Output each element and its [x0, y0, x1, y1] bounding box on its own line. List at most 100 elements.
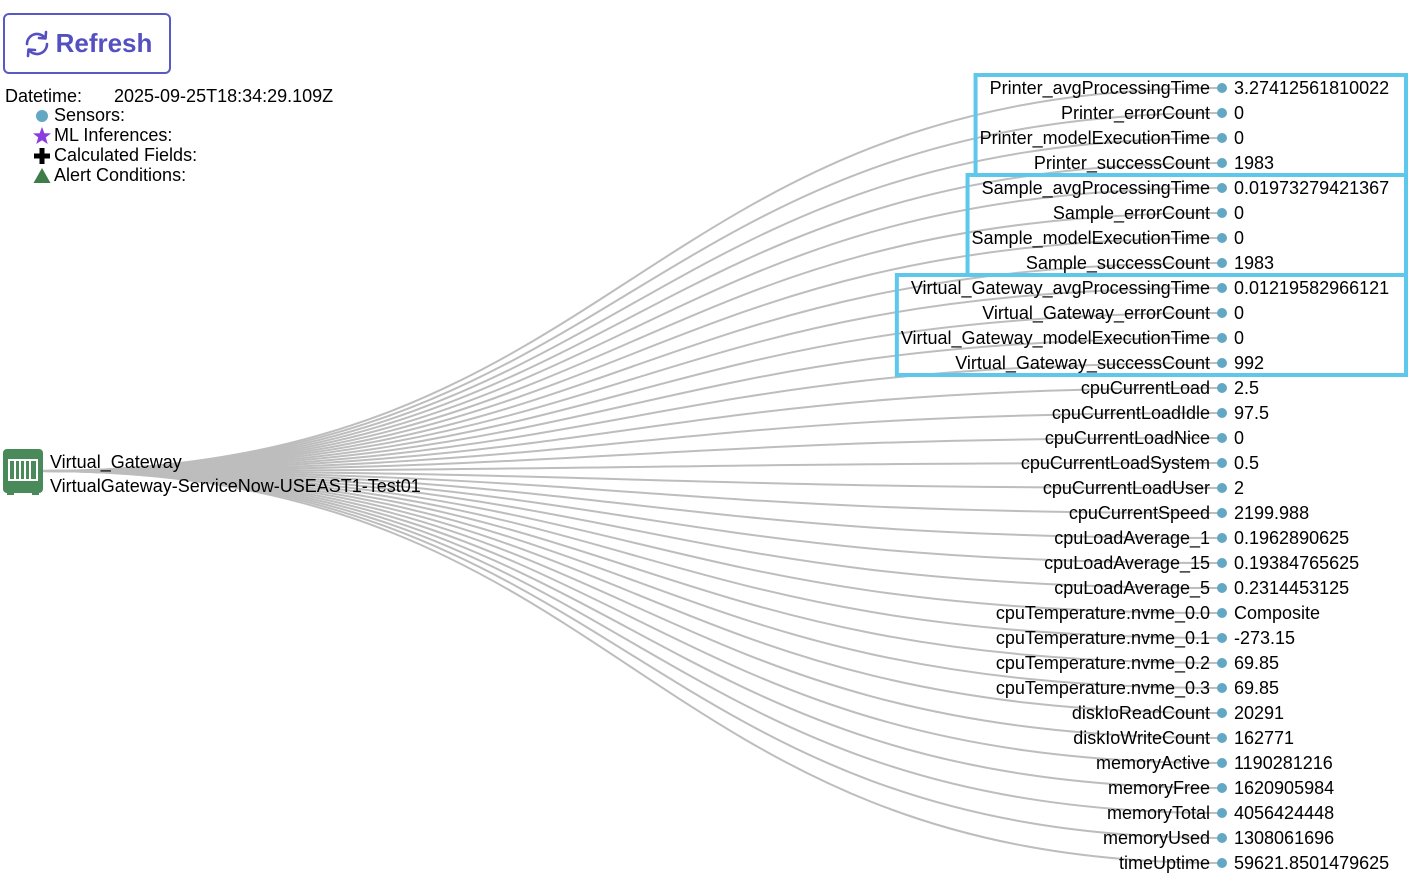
tree-link: [39, 470, 1223, 714]
sensor-name: diskIoWriteCount: [1073, 728, 1210, 748]
sensor-node[interactable]: diskIoWriteCount 162771: [1073, 728, 1294, 748]
sensor-name: Sample_successCount: [1026, 253, 1210, 274]
sensor-name: cpuLoadAverage_15: [1044, 553, 1210, 574]
sensor-dot: [1217, 808, 1227, 818]
sensor-value: 20291: [1234, 703, 1284, 723]
sensor-node[interactable]: cpuTemperature.nvme_0.0 Composite: [996, 603, 1320, 624]
sensor-value: 3.27412561810022: [1234, 78, 1389, 98]
sensor-node[interactable]: Sample_avgProcessingTime 0.01973279421367: [982, 178, 1390, 199]
sensor-value: 97.5: [1234, 403, 1269, 423]
sensor-name: Virtual_Gateway_successCount: [955, 353, 1210, 374]
sensor-node[interactable]: cpuTemperature.nvme_0.3 69.85: [996, 678, 1279, 699]
sensor-name: cpuCurrentSpeed: [1069, 503, 1210, 523]
sensor-dot: [1217, 183, 1227, 193]
sensor-value: 0: [1234, 203, 1244, 223]
sensor-value: 0.1962890625: [1234, 528, 1349, 548]
sensor-name: memoryActive: [1096, 753, 1210, 773]
sensor-dot: [1217, 358, 1227, 368]
sensor-node[interactable]: Virtual_Gateway_avgProcessingTime 0.01219…: [911, 278, 1389, 299]
sensor-name: Printer_successCount: [1034, 153, 1210, 174]
sensor-nodes: Printer_avgProcessingTime 3.2741256181002…: [901, 78, 1389, 873]
sensor-value: 0.01219582966121: [1234, 278, 1389, 298]
sensor-node[interactable]: cpuTemperature.nvme_0.2 69.85: [996, 653, 1279, 674]
sensor-node[interactable]: memoryTotal 4056424448: [1107, 803, 1334, 823]
sensor-dot: [1217, 433, 1227, 443]
sensor-dot: [1217, 683, 1227, 693]
sensor-name: Sample_avgProcessingTime: [982, 178, 1210, 199]
sensor-dot: [1217, 533, 1227, 543]
sensor-name: cpuTemperature.nvme_0.2: [996, 653, 1210, 674]
sensor-node[interactable]: memoryFree 1620905984: [1108, 778, 1334, 798]
sensor-value: 1620905984: [1234, 778, 1334, 798]
sensor-dot: [1217, 483, 1227, 493]
sensor-value: 1983: [1234, 253, 1274, 273]
sensor-node[interactable]: diskIoReadCount 20291: [1072, 703, 1284, 723]
sensor-dot: [1217, 158, 1227, 168]
sensor-dot: [1217, 458, 1227, 468]
sensor-value: 0: [1234, 303, 1244, 323]
sensor-node[interactable]: cpuLoadAverage_15 0.19384765625: [1044, 553, 1359, 574]
sensor-node[interactable]: Printer_avgProcessingTime 3.2741256181002…: [990, 78, 1390, 99]
gateway-icon: [3, 449, 43, 495]
sensor-node[interactable]: Printer_modelExecutionTime 0: [980, 128, 1244, 149]
sensor-dot: [1217, 833, 1227, 843]
sensor-node[interactable]: cpuCurrentLoadSystem 0.5: [1021, 453, 1259, 473]
sensor-dot: [1217, 658, 1227, 668]
sensor-node[interactable]: Printer_successCount 1983: [1034, 153, 1274, 174]
sensor-name: cpuTemperature.nvme_0.1: [996, 628, 1210, 649]
sensor-name: cpuCurrentLoadNice: [1045, 428, 1210, 448]
sensor-name: Printer_errorCount: [1061, 103, 1210, 124]
sensor-node[interactable]: cpuCurrentSpeed 2199.988: [1069, 503, 1309, 523]
sensor-value: 0: [1234, 428, 1244, 448]
sensor-name: Printer_modelExecutionTime: [980, 128, 1210, 149]
sensor-value: 0.19384765625: [1234, 553, 1359, 573]
sensor-node[interactable]: cpuLoadAverage_5 0.2314453125: [1054, 578, 1349, 599]
sensor-dot: [1217, 733, 1227, 743]
sensor-dot: [1217, 283, 1227, 293]
sensor-dot: [1217, 408, 1227, 418]
sensor-node[interactable]: Virtual_Gateway_successCount 992: [955, 353, 1264, 374]
sensor-tree: Virtual_Gateway VirtualGateway-ServiceNo…: [3, 73, 1408, 873]
sensor-value: 2: [1234, 478, 1244, 498]
sensor-node[interactable]: Sample_modelExecutionTime 0: [972, 228, 1244, 249]
sensor-node[interactable]: Sample_successCount 1983: [1026, 253, 1274, 274]
sensor-node[interactable]: timeUptime 59621.8501479625: [1119, 853, 1389, 873]
sensor-value: 2.5: [1234, 378, 1259, 398]
sensor-name: cpuCurrentLoadIdle: [1052, 403, 1210, 423]
sensor-node[interactable]: cpuCurrentLoad 2.5: [1081, 378, 1259, 398]
sensor-dot: [1217, 583, 1227, 593]
sensor-name: memoryUsed: [1103, 828, 1210, 848]
sensor-name: Virtual_Gateway_modelExecutionTime: [901, 328, 1210, 349]
sensor-value: Composite: [1234, 603, 1320, 623]
sensor-node[interactable]: memoryUsed 1308061696: [1103, 828, 1334, 848]
sensor-node[interactable]: cpuCurrentLoadIdle 97.5: [1052, 403, 1269, 423]
sensor-node[interactable]: cpuLoadAverage_1 0.1962890625: [1054, 528, 1349, 549]
sensor-value: 0.2314453125: [1234, 578, 1349, 598]
sensor-name: cpuTemperature.nvme_0.0: [996, 603, 1210, 624]
sensor-value: 4056424448: [1234, 803, 1334, 823]
sensor-value: 1190281216: [1234, 753, 1333, 773]
sensor-dot: [1217, 608, 1227, 618]
sensor-node[interactable]: cpuTemperature.nvme_0.1 -273.15: [996, 628, 1295, 649]
sensor-value: 0: [1234, 228, 1244, 248]
sensor-value: 0: [1234, 103, 1244, 123]
sensor-dot: [1217, 758, 1227, 768]
sensor-name: memoryFree: [1108, 778, 1210, 798]
sensor-node[interactable]: Virtual_Gateway_modelExecutionTime 0: [901, 328, 1244, 349]
sensor-name: timeUptime: [1119, 853, 1210, 873]
sensor-node[interactable]: Virtual_Gateway_errorCount 0: [982, 303, 1244, 324]
sensor-dot: [1217, 208, 1227, 218]
sensor-name: cpuCurrentLoad: [1081, 378, 1210, 398]
root-node-subtitle: VirtualGateway-ServiceNow-USEAST1-Test01: [50, 476, 421, 496]
sensor-value: 1983: [1234, 153, 1274, 173]
sensor-name: cpuLoadAverage_1: [1054, 528, 1210, 549]
sensor-value: 59621.8501479625: [1234, 853, 1389, 873]
sensor-value: 992: [1234, 353, 1264, 373]
sensor-dot: [1217, 558, 1227, 568]
sensor-name: memoryTotal: [1107, 803, 1210, 823]
sensor-dot: [1217, 133, 1227, 143]
sensor-name: Sample_errorCount: [1053, 203, 1210, 224]
sensor-value: 1308061696: [1234, 828, 1334, 848]
sensor-dot: [1217, 508, 1227, 518]
sensor-name: diskIoReadCount: [1072, 703, 1210, 723]
